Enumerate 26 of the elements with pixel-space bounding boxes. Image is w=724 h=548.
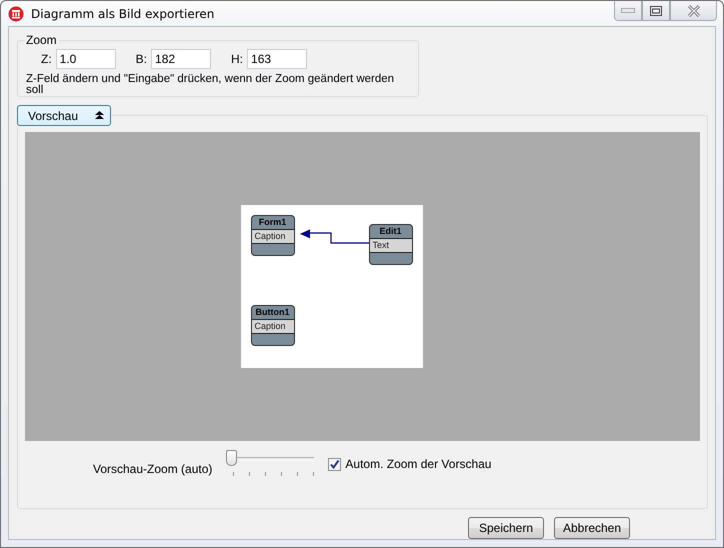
checkbox-label: Autom. Zoom der Vorschau xyxy=(345,457,492,471)
window-title: Diagramm als Bild exportieren xyxy=(31,6,214,20)
group-title: Zoom xyxy=(25,33,58,47)
dialog-button[interactable]: Abbrechen xyxy=(554,517,630,539)
input-field[interactable]: 1.0 xyxy=(56,49,116,69)
zoom-slider[interactable] xyxy=(226,449,314,479)
node-field: Caption xyxy=(252,230,294,244)
connector-arrow xyxy=(298,232,368,244)
maximize-button[interactable] xyxy=(642,1,670,21)
collapse-icon xyxy=(95,111,104,120)
input-field[interactable]: 182 xyxy=(151,49,212,69)
dialog-button[interactable]: Speichern xyxy=(468,517,544,539)
node-field: Text xyxy=(370,239,412,253)
app-icon xyxy=(8,6,24,22)
node-field: Caption xyxy=(252,320,294,334)
input-field[interactable]: 163 xyxy=(247,49,308,69)
field-label: Z: xyxy=(41,52,52,66)
preview-toggle-button[interactable]: Vorschau xyxy=(17,105,111,126)
field-label: H: xyxy=(231,52,244,66)
maximize-icon xyxy=(650,6,662,16)
field-label: B: xyxy=(136,52,148,66)
minimize-icon xyxy=(621,8,635,14)
slider-label: Vorschau-Zoom (auto) xyxy=(93,462,212,476)
hint-text: Z-Feld ändern und "Eingabe" drücken, wenn der Zoom geändert werden soll xyxy=(25,74,396,96)
close-icon xyxy=(686,4,700,16)
checkbox[interactable] xyxy=(328,458,342,470)
